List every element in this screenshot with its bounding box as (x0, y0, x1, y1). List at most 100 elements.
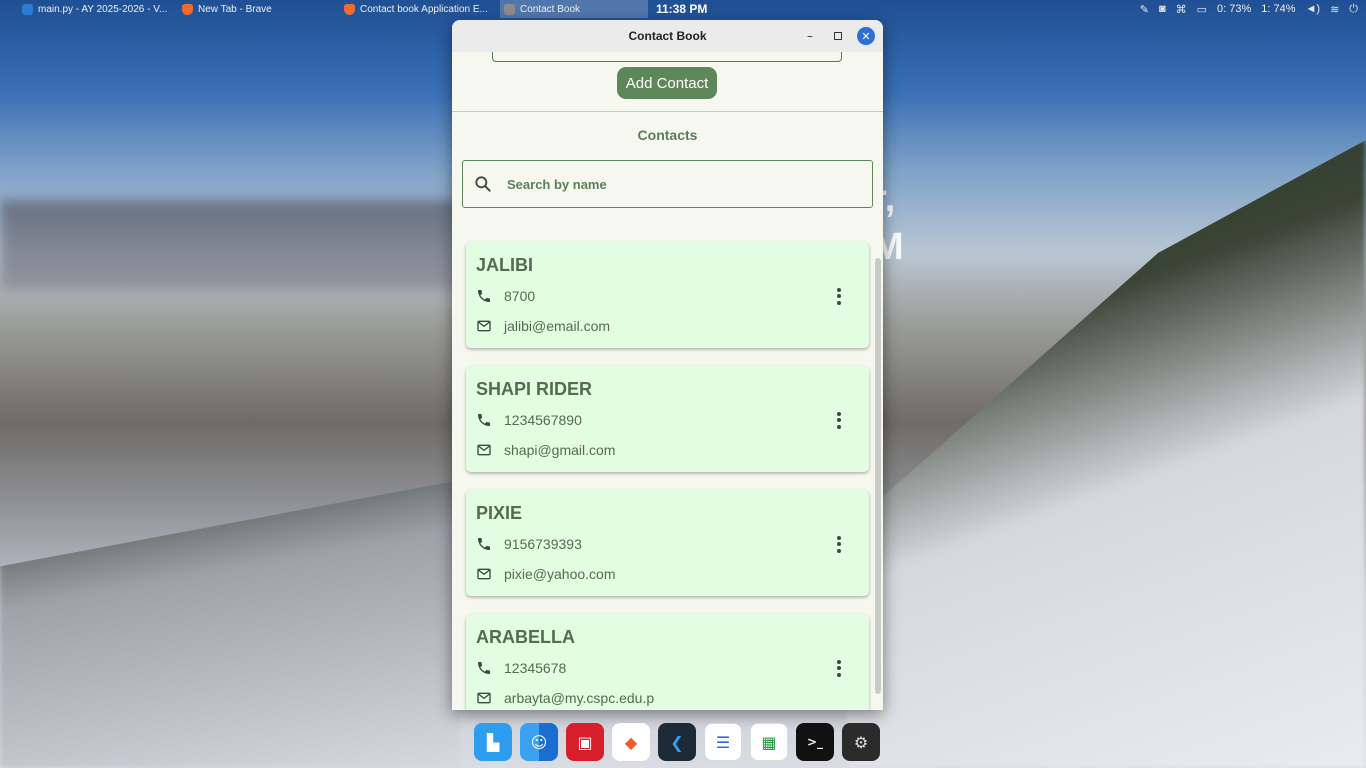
terminal-icon[interactable]: >_ (796, 723, 834, 761)
app-icon (504, 3, 515, 15)
settings-icon[interactable]: ⚙ (842, 723, 880, 761)
more-vert-icon-dot (837, 672, 841, 677)
search-box[interactable] (462, 160, 873, 208)
taskbar-tab-label: main.py - AY 2025-2026 - V... (38, 3, 168, 15)
more-vert-icon-dot (837, 666, 841, 670)
more-options-button[interactable] (829, 658, 849, 678)
more-vert-icon (837, 535, 841, 540)
mail-icon (477, 568, 491, 580)
power-icon[interactable]: ⏻ (1349, 3, 1358, 16)
contact-card[interactable]: ARABELLA 12345678 arbayta@my.cspc.edu.p (466, 614, 869, 710)
contact-name: SHAPI RIDER (476, 379, 593, 399)
contact-email-row: shapi@gmail.com (476, 442, 615, 458)
more-options-button[interactable] (829, 410, 849, 430)
wifi-icon[interactable]: ≋ (1330, 3, 1339, 16)
contact-email-row: pixie@yahoo.com (476, 566, 616, 582)
phone-icon (478, 538, 490, 550)
vscode-icon[interactable]: ❮ (658, 723, 696, 761)
window-content: Add Contact Contacts JALIBI 8700 jalibi@… (452, 52, 883, 710)
vscode-icon (22, 3, 33, 15)
background-snow-field (0, 480, 460, 768)
close-icon: ✕ (861, 29, 871, 43)
phone-icon (478, 414, 490, 426)
text-editor-icon[interactable]: ☰ (704, 723, 742, 761)
mail-icon (477, 692, 491, 704)
contact-phone-row: 12345678 (476, 660, 566, 676)
contacts-heading: Contacts (637, 127, 698, 143)
brave-icon[interactable]: ◆ (612, 723, 650, 761)
finder-icon[interactable]: ☺ (520, 723, 558, 761)
dock: ▙ ☺ ▣ ◆ ❮ ☰ ▦ >_ ⚙ (472, 720, 892, 764)
more-options-button[interactable] (829, 286, 849, 306)
contact-name: PIXIE (476, 503, 523, 523)
more-vert-icon-dot (837, 424, 841, 429)
contact-book-window: Contact Book – ✕ Add Contact Contacts JA… (452, 20, 883, 710)
taskbar-tab-vscode[interactable]: main.py - AY 2025-2026 - V... (18, 0, 176, 18)
more-options-button[interactable] (829, 534, 849, 554)
clock[interactable]: 11:38 PM (656, 2, 707, 16)
divider (452, 111, 883, 112)
titlebar[interactable]: Contact Book – ✕ (452, 20, 883, 52)
more-vert-icon-dot (837, 294, 841, 298)
contact-name: ARABELLA (476, 627, 575, 647)
minimize-button[interactable]: – (802, 28, 818, 44)
taskbar-tab-brave-contactbook[interactable]: Contact book Application E... (340, 0, 498, 18)
more-vert-icon-dot (837, 418, 841, 422)
close-button[interactable]: ✕ (857, 27, 875, 45)
mail-icon (477, 320, 491, 332)
taskbar-tab-brave-newtab[interactable]: New Tab - Brave (178, 0, 338, 18)
battery-icon: ▭ (1196, 3, 1208, 16)
network-icon[interactable]: ⌘ (1176, 3, 1187, 16)
contact-phone: 1234567890 (504, 412, 582, 428)
battery-0-text[interactable]: 0: 73% (1217, 3, 1251, 15)
brave-icon (182, 3, 193, 15)
taskbar-tab-label: Contact Book (520, 3, 581, 15)
more-vert-icon (837, 287, 841, 292)
search-input[interactable] (507, 176, 847, 192)
mail-icon (477, 444, 491, 456)
launcher-icon[interactable]: ▙ (474, 723, 512, 761)
contact-card[interactable]: PIXIE 9156739393 pixie@yahoo.com (466, 490, 869, 596)
contact-phone: 8700 (504, 288, 536, 304)
contact-phone: 9156739393 (504, 536, 582, 552)
scrollbar[interactable] (875, 258, 881, 694)
contact-phone-row: 8700 (476, 288, 535, 304)
pen-icon[interactable]: ✎ (1140, 3, 1149, 16)
contact-email: arbayta@my.cspc.edu.p (504, 690, 655, 706)
contact-email-row: jalibi@email.com (476, 318, 610, 334)
background-slope (846, 140, 1366, 768)
contact-email: jalibi@email.com (504, 318, 611, 334)
more-vert-icon-dot (837, 300, 841, 305)
more-vert-icon (837, 411, 841, 416)
contact-card[interactable]: SHAPI RIDER 1234567890 shapi@gmail.com (466, 366, 869, 472)
contact-email-row: arbayta@my.cspc.edu.p (476, 690, 654, 706)
spreadsheet-icon[interactable]: ▦ (750, 723, 788, 761)
maximize-icon (834, 32, 842, 40)
contact-name: JALIBI (476, 255, 534, 275)
more-vert-icon-dot (837, 542, 841, 546)
taskbar-tab-contact-book[interactable]: Contact Book (500, 0, 648, 18)
battery-1-text[interactable]: 1: 74% (1261, 3, 1295, 15)
more-vert-icon-dot (837, 548, 841, 553)
more-vert-icon (837, 659, 841, 664)
volume-icon[interactable]: ◄) (1306, 3, 1321, 15)
maximize-button[interactable] (830, 28, 846, 44)
system-tray: ✎ ◙ ⌘ ▭ 0: 73% 1: 74% ◄) ≋ ⏻ (1140, 0, 1358, 18)
phone-icon (478, 290, 490, 302)
window-title: Contact Book (628, 29, 707, 43)
contact-card[interactable]: JALIBI 8700 jalibi@email.com (466, 242, 869, 348)
taskbar-tab-label: Contact book Application E... (360, 3, 488, 15)
search-icon (475, 176, 491, 192)
phone-icon (478, 662, 490, 674)
add-contact-button[interactable]: Add Contact (617, 67, 717, 99)
contact-phone-row: 1234567890 (476, 412, 582, 428)
photo-booth-icon[interactable]: ▣ (566, 723, 604, 761)
contact-phone: 12345678 (504, 660, 567, 676)
taskbar-tab-label: New Tab - Brave (198, 3, 272, 15)
brave-icon (344, 3, 355, 15)
input-field-partial[interactable] (492, 52, 842, 62)
contact-list: JALIBI 8700 jalibi@email.com SHAPI RIDER (466, 242, 869, 710)
contact-phone-row: 9156739393 (476, 536, 582, 552)
contact-email: pixie@yahoo.com (504, 566, 616, 582)
camera-icon[interactable]: ◙ (1159, 3, 1166, 15)
